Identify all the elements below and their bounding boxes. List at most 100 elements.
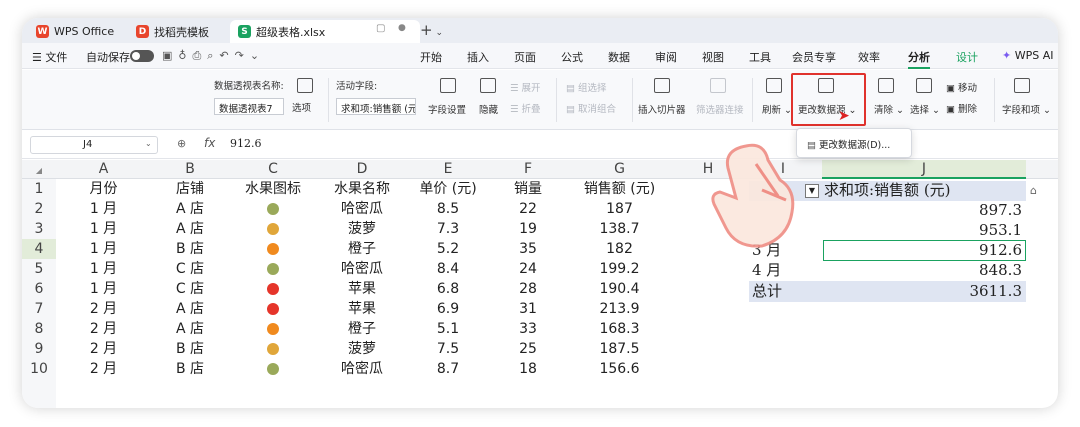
pivot-field-list-icon[interactable]: ⌂ (1030, 184, 1037, 197)
qty-cell[interactable]: 33 (489, 319, 567, 339)
price-cell[interactable]: 5.2 (407, 239, 489, 259)
hide-icon[interactable] (480, 78, 496, 93)
fruit-name-cell[interactable]: 哈密瓜 (317, 359, 407, 379)
pivot-row-value[interactable]: 848.3 (822, 260, 1022, 281)
autosave-toggle[interactable] (130, 50, 154, 62)
new-tab-button[interactable]: + ⌄ (420, 21, 443, 39)
pivot-row-value[interactable]: 912.6 (822, 240, 1022, 261)
price-cell[interactable]: 7.5 (407, 339, 489, 359)
refresh-icon[interactable] (766, 78, 782, 93)
column-header[interactable]: E (407, 160, 489, 179)
column-header[interactable]: D (317, 160, 407, 179)
menu-item-start[interactable]: 开始 (420, 49, 442, 65)
pivot-row-label[interactable]: 4 月 (752, 260, 781, 281)
month-cell[interactable]: 1 月 (56, 219, 151, 239)
field-list-button[interactable]: 字段和项 ⌄ (1002, 102, 1051, 116)
pivot-value-header[interactable]: 求和项:销售额 (元) (824, 180, 951, 201)
fruit-icon-cell[interactable] (229, 279, 317, 299)
menu-item-review[interactable]: 审阅 (655, 49, 677, 65)
price-cell[interactable]: 8.5 (407, 199, 489, 219)
header-cell[interactable]: 销售额 (元) (567, 179, 672, 199)
month-cell[interactable]: 2 月 (56, 359, 151, 379)
sales-cell[interactable]: 187 (567, 199, 672, 219)
clear-button[interactable]: 清除 ⌄ (874, 102, 904, 116)
sales-cell[interactable]: 187.5 (567, 339, 672, 359)
menu-item-formula[interactable]: 公式 (561, 49, 583, 65)
tab-spreadsheet[interactable]: S 超级表格.xlsx ▢ ● (230, 20, 420, 43)
price-cell[interactable]: 8.7 (407, 359, 489, 379)
column-header[interactable]: A (56, 160, 151, 179)
store-cell[interactable]: A 店 (151, 219, 229, 239)
month-cell[interactable]: 2 月 (56, 299, 151, 319)
row-header[interactable]: 5 (22, 259, 56, 279)
active-field-input[interactable]: 求和项:销售额 (元) (336, 98, 416, 115)
insert-slicer-icon[interactable] (654, 78, 670, 93)
month-cell[interactable]: 1 月 (56, 259, 151, 279)
menu-item-tools[interactable]: 工具 (749, 49, 771, 65)
field-settings-icon[interactable] (440, 78, 456, 93)
field-list-icon[interactable] (1014, 78, 1030, 93)
zoom-icon[interactable]: ⊕ (177, 137, 186, 150)
fruit-icon-cell[interactable] (229, 259, 317, 279)
store-cell[interactable]: C 店 (151, 279, 229, 299)
fruit-name-cell[interactable]: 橙子 (317, 239, 407, 259)
month-cell[interactable]: 2 月 (56, 319, 151, 339)
refresh-button[interactable]: 刷新 ⌄ (762, 102, 792, 116)
pivot-total-value[interactable]: 3611.3 (822, 281, 1023, 302)
row-header[interactable]: 9 (22, 339, 56, 359)
delete-button[interactable]: ▣ 删除 (946, 101, 977, 115)
month-cell[interactable]: 1 月 (56, 279, 151, 299)
insert-slicer-button[interactable]: 插入切片器 (638, 102, 686, 116)
fruit-name-cell[interactable]: 菠萝 (317, 339, 407, 359)
pivot-row-value[interactable]: 953.1 (822, 220, 1022, 241)
fruit-name-cell[interactable]: 橙子 (317, 319, 407, 339)
menu-item-efficiency[interactable]: 效率 (858, 49, 880, 65)
row-header[interactable]: 8 (22, 319, 56, 339)
sales-cell[interactable]: 213.9 (567, 299, 672, 319)
tab-wps-office[interactable]: W WPS Office (28, 20, 128, 43)
pivot-row-value[interactable]: 897.3 (822, 200, 1022, 221)
quick-access-toolbar[interactable]: ▣♁⎙⌕↶↷⌄ (162, 49, 265, 63)
change-source-menu-item[interactable]: ▤ 更改数据源(D)... (807, 137, 890, 151)
column-header[interactable]: F (489, 160, 567, 179)
price-cell[interactable]: 6.9 (407, 299, 489, 319)
store-cell[interactable]: A 店 (151, 299, 229, 319)
row-header[interactable]: 1 (22, 179, 56, 199)
select-all-corner[interactable]: ◢ (22, 160, 56, 179)
store-cell[interactable]: A 店 (151, 319, 229, 339)
menu-item-insert[interactable]: 插入 (467, 49, 489, 65)
pivot-total-label[interactable]: 总计 (752, 281, 782, 302)
name-box[interactable]: J4 ⌄ (30, 136, 158, 154)
row-header[interactable]: 10 (22, 359, 56, 408)
fruit-name-cell[interactable]: 哈密瓜 (317, 199, 407, 219)
qty-cell[interactable]: 25 (489, 339, 567, 359)
pivot-options-icon[interactable] (297, 78, 313, 93)
select-icon[interactable] (916, 78, 932, 93)
store-cell[interactable]: A 店 (151, 199, 229, 219)
header-cell[interactable]: 单价 (元) (407, 179, 489, 199)
row-header[interactable]: 7 (22, 299, 56, 319)
fruit-icon-cell[interactable] (229, 299, 317, 319)
fruit-name-cell[interactable]: 菠萝 (317, 219, 407, 239)
qty-cell[interactable]: 35 (489, 239, 567, 259)
field-settings-button[interactable]: 字段设置 (428, 102, 466, 116)
select-button[interactable]: 选择 ⌄ (910, 102, 940, 116)
qty-cell[interactable]: 22 (489, 199, 567, 219)
qty-cell[interactable]: 28 (489, 279, 567, 299)
price-cell[interactable]: 5.1 (407, 319, 489, 339)
fruit-icon-cell[interactable] (229, 219, 317, 239)
column-header[interactable]: B (151, 160, 229, 179)
tab-docer[interactable]: D 找稻壳模板 (128, 20, 238, 43)
price-cell[interactable]: 7.3 (407, 219, 489, 239)
fruit-icon-cell[interactable] (229, 239, 317, 259)
header-cell[interactable]: 销量 (489, 179, 567, 199)
row-header[interactable]: 3 (22, 219, 56, 239)
formula-input[interactable]: 912.6 (230, 137, 262, 150)
sales-cell[interactable]: 156.6 (567, 359, 672, 379)
month-cell[interactable]: 1 月 (56, 239, 151, 259)
menu-item-design[interactable]: 设计 (956, 49, 978, 65)
qty-cell[interactable]: 19 (489, 219, 567, 239)
options-button[interactable]: 选项 (292, 100, 311, 114)
move-button[interactable]: ▣ 移动 (946, 80, 977, 94)
fruit-name-cell[interactable]: 哈密瓜 (317, 259, 407, 279)
